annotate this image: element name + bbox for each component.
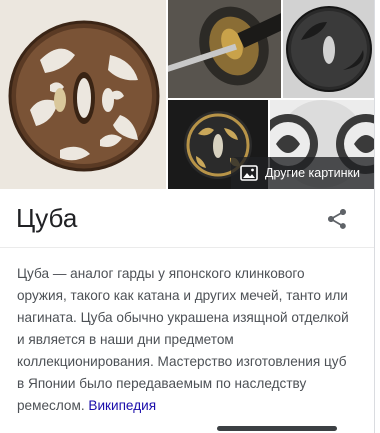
more-images-button[interactable]: Другие картинки — [231, 157, 374, 189]
image-gallery-icon — [240, 165, 258, 181]
description-text: Цуба — аналог гарды у японского клинково… — [17, 266, 349, 413]
share-icon — [328, 209, 346, 229]
entity-description: Цуба — аналог гарды у японского клинково… — [17, 263, 357, 417]
entity-title: Цуба — [16, 203, 78, 233]
image-tile-main[interactable] — [0, 0, 166, 189]
image-tile-2[interactable] — [168, 0, 281, 98]
horizontal-scrollbar[interactable] — [217, 426, 337, 431]
wikipedia-source-link[interactable]: Википедия — [88, 398, 156, 413]
tsuba-on-katana-image — [168, 0, 281, 98]
image-grid: Другие картинки — [0, 0, 374, 189]
share-button[interactable] — [325, 207, 349, 231]
tsuba-openwork-image — [0, 0, 166, 189]
knowledge-panel: Другие картинки Цуба Цуба — аналог гарды… — [0, 0, 375, 433]
more-images-label: Другие картинки — [265, 166, 360, 180]
image-tile-3[interactable] — [283, 0, 374, 98]
tsuba-dark-iron-image — [283, 0, 374, 98]
title-row: Цуба — [0, 189, 374, 248]
